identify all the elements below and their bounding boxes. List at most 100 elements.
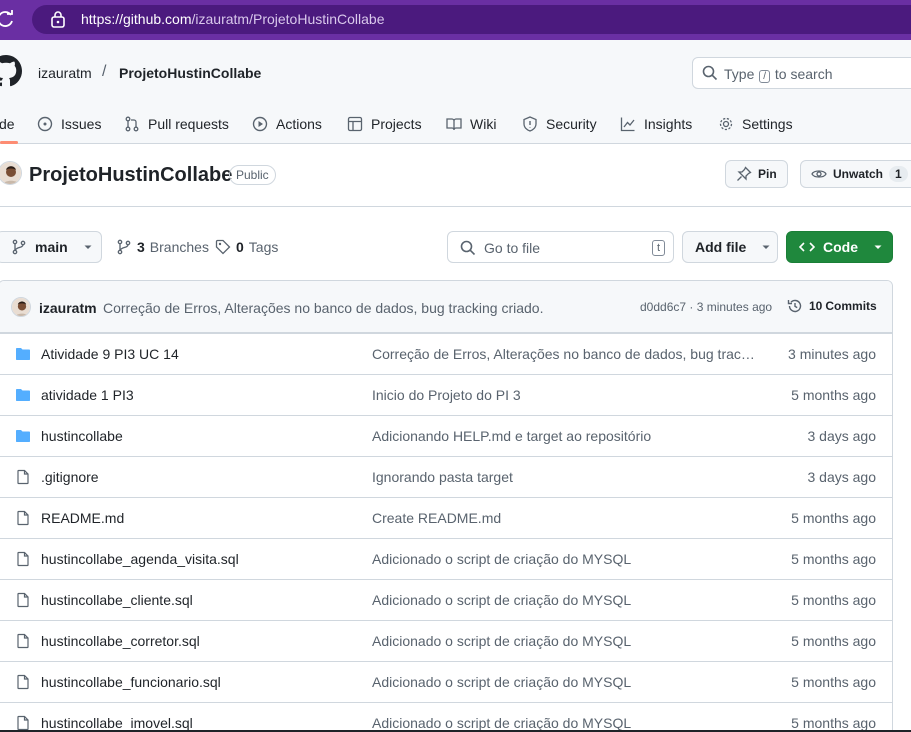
pin-label: Pin [758, 167, 777, 181]
tab-label: Issues [61, 116, 102, 132]
file-name[interactable]: hustincollabe_funcionario.sql [41, 674, 221, 690]
file-icon [17, 551, 29, 567]
commit-hash-time[interactable]: d0dd6c7 · 3 minutes ago [640, 300, 772, 314]
commit-message[interactable]: Correção de Erros, Alterações no banco d… [103, 300, 543, 316]
watch-count: 1 [889, 166, 908, 182]
add-file-button[interactable]: Add file [682, 231, 778, 263]
code-button[interactable]: Code [786, 231, 893, 263]
file-name[interactable]: hustincollabe_agenda_visita.sql [41, 551, 239, 567]
commit-author-avatar[interactable] [11, 297, 31, 317]
unwatch-button[interactable]: Unwatch 1 [800, 160, 911, 188]
folder-icon [16, 389, 30, 401]
file-commit-message[interactable]: Ignorando pasta target [372, 469, 513, 485]
commits-label: Commits [825, 299, 877, 313]
reload-icon[interactable] [0, 9, 16, 29]
play-icon [252, 116, 268, 132]
file-commit-message[interactable]: Adicionado o script de criação do MYSQL [372, 633, 631, 649]
file-age: 5 months ago [791, 633, 876, 649]
file-name[interactable]: .gitignore [41, 469, 99, 485]
caret-down-icon [762, 245, 770, 249]
file-commit-message[interactable]: Adicionado o script de criação do MYSQL [372, 592, 631, 608]
table-row[interactable]: Atividade 9 PI3 UC 14 Correção de Erros, … [0, 333, 892, 374]
file-icon [17, 674, 29, 690]
file-commit-message[interactable]: Adicionado o script de criação do MYSQL [372, 551, 631, 567]
go-to-file-shortcut: t [651, 240, 665, 256]
table-row[interactable]: hustincollabe Adicionando HELP.md e targe… [0, 415, 892, 456]
caret-down-icon [874, 245, 882, 249]
repo-title[interactable]: ProjetoHustinCollabe [29, 164, 232, 187]
url-text[interactable]: https://github.com/izauratm/ProjetoHusti… [81, 11, 385, 27]
table-row[interactable]: .gitignore Ignorando pasta target 3 days a… [0, 456, 892, 497]
tab-label: Wiki [470, 116, 497, 132]
file-icon [17, 469, 29, 485]
table-row[interactable]: hustincollabe_cliente.sql Adicionado o sc… [0, 579, 892, 620]
file-name[interactable]: Atividade 9 PI3 UC 14 [41, 346, 179, 362]
repo-nav-tabs: de Issues Pull requests Actions Projects… [0, 104, 911, 144]
table-row[interactable]: hustincollabe_agenda_visita.sql Adicionad… [0, 538, 892, 579]
owner-link[interactable]: izauratm [38, 65, 92, 81]
search-suffix: to search [774, 66, 833, 82]
file-commit-message[interactable]: Create README.md [372, 510, 501, 526]
file-age: 5 months ago [791, 592, 876, 608]
file-name[interactable]: hustincollabe_imovel.sql [41, 715, 193, 731]
table-row[interactable]: README.md Create README.md 5 months ago [0, 497, 892, 538]
go-to-file-placeholder: Go to file [484, 240, 541, 256]
graph-icon [620, 117, 635, 132]
file-name[interactable]: atividade 1 PI3 [41, 387, 134, 403]
tags-link[interactable]: 0 Tags [215, 239, 278, 255]
commits-link[interactable]: 10 Commits [787, 298, 877, 314]
tab-settings[interactable]: Settings [718, 104, 793, 144]
table-row[interactable]: hustincollabe_imovel.sql Adicionado o scr… [0, 702, 892, 732]
commit-author[interactable]: izauratm [39, 300, 97, 316]
repo-owner-avatar[interactable] [0, 161, 22, 185]
go-to-file-input[interactable]: Go to file t [447, 231, 674, 263]
tab-code[interactable]: de [0, 104, 15, 144]
tab-pull-requests[interactable]: Pull requests [124, 104, 229, 144]
file-name[interactable]: hustincollabe_cliente.sql [41, 592, 193, 608]
file-age: 5 months ago [791, 551, 876, 567]
active-tab-underline [0, 141, 18, 144]
file-commit-message[interactable]: Correção de Erros, Alterações no banco d… [372, 346, 757, 362]
branch-selector[interactable]: main [0, 231, 102, 263]
github-logo-icon[interactable] [0, 55, 22, 87]
file-name[interactable]: README.md [41, 510, 124, 526]
tab-issues[interactable]: Issues [37, 104, 101, 144]
table-row[interactable]: hustincollabe_corretor.sql Adicionado o s… [0, 620, 892, 661]
code-icon [799, 242, 815, 252]
avatar-image [12, 298, 30, 316]
tab-label: Pull requests [148, 116, 229, 132]
tab-insights[interactable]: Insights [620, 104, 692, 144]
path-separator: / [102, 63, 107, 80]
file-age: 5 months ago [791, 715, 876, 731]
search-input[interactable]: Type / to search [692, 57, 911, 89]
browser-address-bar: https://github.com/izauratm/ProjetoHusti… [0, 0, 911, 40]
caret-down-icon [84, 245, 92, 249]
file-commit-message[interactable]: Adicionado o script de criação do MYSQL [372, 674, 631, 690]
file-commit-message[interactable]: Inicio do Projeto do PI 3 [372, 387, 521, 403]
table-row[interactable]: atividade 1 PI3 Inicio do Projeto do PI 3… [0, 374, 892, 415]
repo-link[interactable]: ProjetoHustinCollabe [119, 65, 261, 81]
shield-icon [523, 116, 537, 132]
folder-icon [16, 348, 30, 360]
file-commit-message[interactable]: Adicionado o script de criação do MYSQL [372, 715, 631, 731]
lock-icon[interactable] [50, 10, 66, 28]
pin-button[interactable]: Pin [725, 160, 788, 188]
url-host: https://github.com [81, 11, 192, 27]
tab-actions[interactable]: Actions [252, 104, 322, 144]
tab-wiki[interactable]: Wiki [446, 104, 496, 144]
table-icon [347, 116, 363, 132]
search-icon [702, 65, 718, 81]
tab-projects[interactable]: Projects [347, 104, 422, 144]
tab-label: Projects [371, 116, 422, 132]
file-commit-message[interactable]: Adicionando HELP.md e target ao repositó… [372, 428, 651, 444]
history-icon [787, 299, 802, 313]
file-name[interactable]: hustincollabe [41, 428, 123, 444]
branch-icon [12, 239, 26, 255]
search-shortcut-key: / [759, 70, 771, 83]
file-age: 3 days ago [807, 469, 877, 485]
branches-link[interactable]: 3 Branches [116, 239, 209, 255]
file-icon [17, 715, 29, 731]
file-name[interactable]: hustincollabe_corretor.sql [41, 633, 200, 649]
table-row[interactable]: hustincollabe_funcionario.sql Adicionado … [0, 661, 892, 702]
tab-security[interactable]: Security [522, 104, 597, 144]
